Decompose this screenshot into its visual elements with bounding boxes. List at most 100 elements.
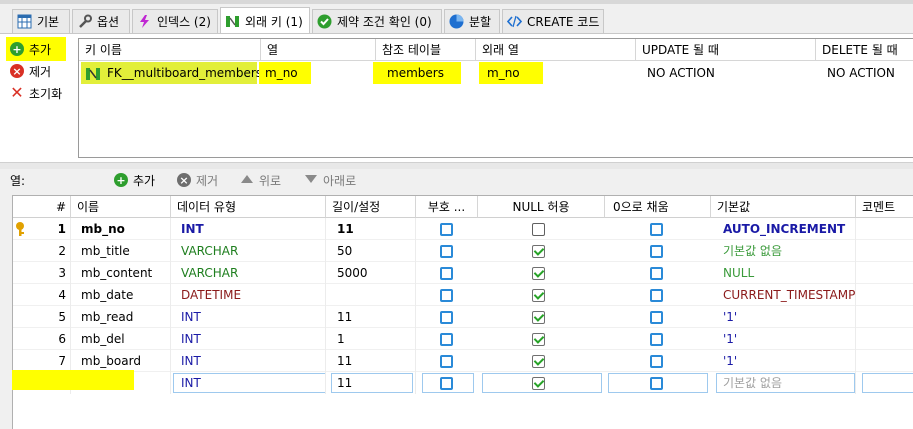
nullable-checkbox[interactable] bbox=[532, 333, 545, 346]
fk-header-ref-table[interactable]: 참조 테이블 bbox=[376, 39, 476, 61]
default-cell[interactable]: NULL bbox=[717, 262, 856, 284]
length-cell[interactable]: 5000 bbox=[331, 262, 416, 284]
comment-cell[interactable] bbox=[856, 306, 913, 328]
data-type-cell[interactable]: INT bbox=[175, 218, 326, 240]
fk-key-name-cell[interactable]: FK__multiboard_members bbox=[81, 62, 262, 84]
unsigned-checkbox[interactable] bbox=[440, 289, 453, 302]
fk-header-on-delete[interactable]: DELETE 될 때 bbox=[816, 39, 913, 61]
default-cell[interactable]: '1' bbox=[717, 306, 856, 328]
comment-cell[interactable] bbox=[856, 262, 913, 284]
column-name-cell[interactable]: mb_no bbox=[75, 218, 171, 240]
tab-label: 인덱스 (2) bbox=[157, 15, 211, 29]
column-up-button[interactable]: 위로 bbox=[240, 171, 281, 189]
fk-remove-button[interactable]: × 제거 bbox=[10, 60, 51, 82]
column-add-button[interactable]: + 추가 bbox=[114, 171, 155, 189]
fk-header-key-name[interactable]: 키 이름 bbox=[79, 39, 261, 61]
length-cell[interactable]: 50 bbox=[331, 240, 416, 262]
column-name-cell[interactable]: mb_read bbox=[75, 306, 171, 328]
fk-ref-column-cell[interactable]: m_no bbox=[479, 62, 543, 84]
length-cell[interactable]: 11 bbox=[331, 350, 416, 372]
zerofill-checkbox[interactable] bbox=[650, 355, 663, 368]
unsigned-checkbox[interactable] bbox=[440, 267, 453, 280]
length-cell[interactable] bbox=[331, 284, 416, 306]
zerofill-checkbox[interactable] bbox=[650, 377, 663, 390]
length-cell[interactable]: 11 bbox=[331, 218, 416, 240]
default-cell[interactable]: 기본값 없음 bbox=[717, 372, 856, 394]
tab-foreign-keys[interactable]: 외래 키 (1) bbox=[220, 7, 310, 34]
nullable-checkbox[interactable] bbox=[532, 223, 545, 236]
data-type-cell[interactable]: INT bbox=[175, 328, 326, 350]
tab-indexes[interactable]: 인덱스 (2) bbox=[132, 9, 218, 33]
column-name-cell[interactable]: mb_del bbox=[75, 328, 171, 350]
unsigned-checkbox[interactable] bbox=[440, 245, 453, 258]
header-length[interactable]: 길이/설정 bbox=[326, 196, 416, 218]
nullable-checkbox[interactable] bbox=[532, 289, 545, 302]
length-cell[interactable]: 11 bbox=[331, 372, 416, 394]
data-type-cell[interactable]: DATETIME bbox=[175, 284, 326, 306]
unsigned-checkbox[interactable] bbox=[440, 311, 453, 324]
nullable-checkbox[interactable] bbox=[532, 355, 545, 368]
length-cell[interactable]: 1 bbox=[331, 328, 416, 350]
column-name-cell[interactable]: mb_board bbox=[75, 350, 171, 372]
zerofill-checkbox[interactable] bbox=[650, 245, 663, 258]
fk-reset-button[interactable]: ✕ 초기화 bbox=[10, 82, 62, 104]
column-name-cell[interactable]: mb_content bbox=[75, 262, 171, 284]
comment-cell[interactable] bbox=[856, 218, 913, 240]
default-cell[interactable]: '1' bbox=[717, 350, 856, 372]
unsigned-checkbox[interactable] bbox=[440, 355, 453, 368]
data-type-cell[interactable]: INT bbox=[175, 306, 326, 328]
zerofill-checkbox[interactable] bbox=[650, 333, 663, 346]
unsigned-checkbox[interactable] bbox=[440, 377, 453, 390]
fk-on-update-cell[interactable]: NO ACTION bbox=[647, 62, 807, 84]
nullable-checkbox[interactable] bbox=[532, 267, 545, 280]
header-data-type[interactable]: 데이터 유형 bbox=[171, 196, 326, 218]
length-cell[interactable]: 11 bbox=[331, 306, 416, 328]
zerofill-checkbox[interactable] bbox=[650, 223, 663, 236]
fk-header-ref-column[interactable]: 외래 열 bbox=[476, 39, 636, 61]
data-type-cell[interactable]: INT bbox=[175, 350, 326, 372]
default-cell[interactable]: '1' bbox=[717, 328, 856, 350]
default-cell[interactable]: CURRENT_TIMESTAMP() bbox=[717, 284, 856, 306]
fk-on-delete-cell[interactable]: NO ACTION bbox=[827, 62, 913, 84]
foreign-key-icon bbox=[85, 66, 101, 80]
comment-cell[interactable] bbox=[856, 240, 913, 262]
header-comment[interactable]: 코멘트 bbox=[856, 196, 913, 218]
tab-create-code[interactable]: CREATE 코드 bbox=[502, 9, 604, 33]
comment-cell[interactable] bbox=[856, 328, 913, 350]
nullable-checkbox[interactable] bbox=[532, 377, 545, 390]
fk-add-button[interactable]: + 추가 bbox=[10, 38, 51, 60]
column-down-button[interactable]: 아래로 bbox=[304, 171, 356, 189]
column-name-cell[interactable]: mb_title bbox=[75, 240, 171, 262]
default-cell[interactable]: AUTO_INCREMENT bbox=[717, 218, 856, 240]
column-name-cell[interactable]: mb_date bbox=[75, 284, 171, 306]
zerofill-checkbox[interactable] bbox=[650, 289, 663, 302]
zerofill-checkbox[interactable] bbox=[650, 267, 663, 280]
comment-cell[interactable] bbox=[856, 372, 913, 394]
fk-header-on-update[interactable]: UPDATE 될 때 bbox=[636, 39, 816, 61]
tab-basic[interactable]: 기본 bbox=[12, 9, 70, 33]
nullable-checkbox[interactable] bbox=[532, 245, 545, 258]
comment-cell[interactable] bbox=[856, 284, 913, 306]
header-nullable[interactable]: NULL 허용 bbox=[478, 196, 605, 218]
tab-partitions[interactable]: 분할 bbox=[444, 9, 500, 33]
unsigned-checkbox[interactable] bbox=[440, 223, 453, 236]
column-remove-button[interactable]: × 제거 bbox=[177, 171, 218, 189]
tab-options[interactable]: 옵션 bbox=[72, 9, 130, 33]
tab-check-constraints[interactable]: 제약 조건 확인 (0) bbox=[312, 9, 442, 33]
fk-column-cell[interactable]: m_no bbox=[259, 62, 311, 84]
header-name[interactable]: 이름 bbox=[71, 196, 171, 218]
zerofill-checkbox[interactable] bbox=[650, 311, 663, 324]
unsigned-checkbox[interactable] bbox=[440, 333, 453, 346]
header-number[interactable]: # bbox=[13, 196, 71, 218]
data-type-cell[interactable]: VARCHAR bbox=[175, 240, 326, 262]
default-cell[interactable]: 기본값 없음 bbox=[717, 240, 856, 262]
header-zerofill[interactable]: 0으로 채움 bbox=[605, 196, 711, 218]
comment-cell[interactable] bbox=[856, 350, 913, 372]
header-unsigned[interactable]: 부호 ... bbox=[416, 196, 478, 218]
fk-ref-table-cell[interactable]: members bbox=[373, 62, 461, 84]
data-type-cell[interactable]: INT bbox=[175, 372, 326, 394]
data-type-cell[interactable]: VARCHAR bbox=[175, 262, 326, 284]
fk-header-column[interactable]: 열 bbox=[261, 39, 376, 61]
nullable-checkbox[interactable] bbox=[532, 311, 545, 324]
header-default[interactable]: 기본값 bbox=[711, 196, 856, 218]
